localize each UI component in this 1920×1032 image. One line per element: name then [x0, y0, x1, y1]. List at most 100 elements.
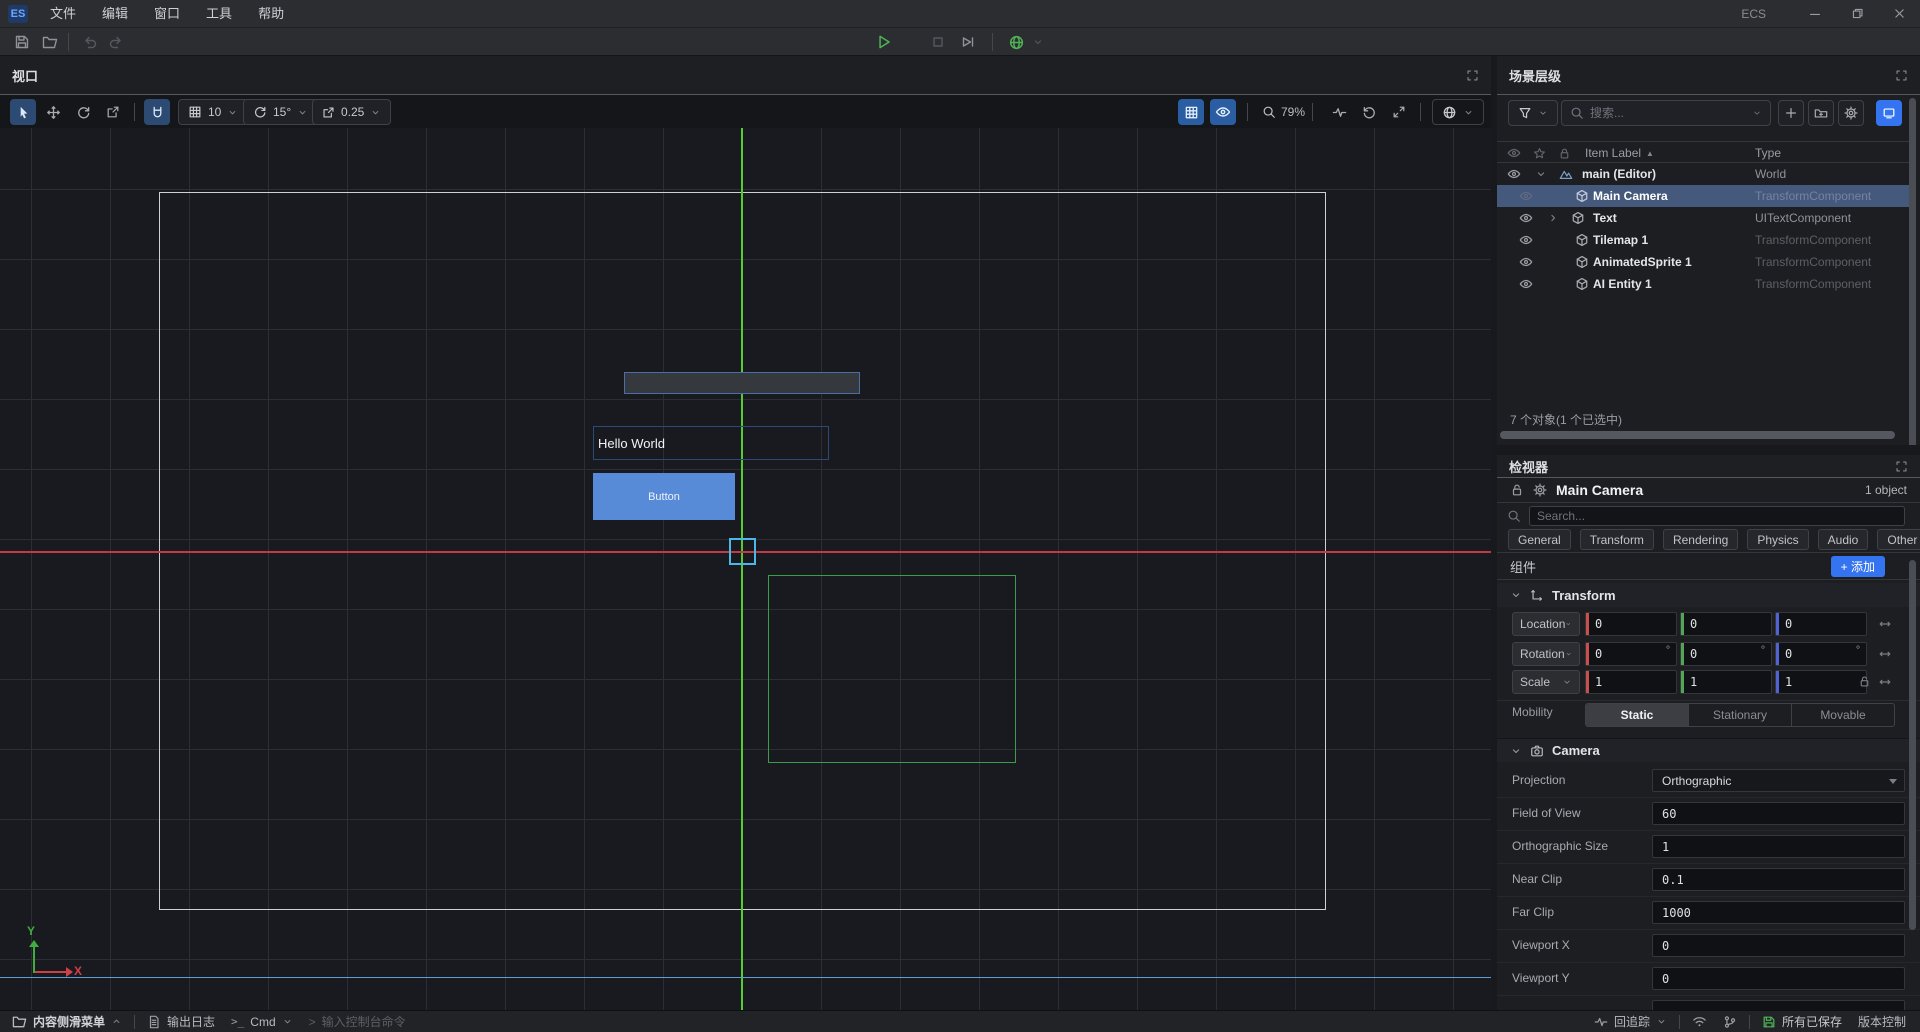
- add-folder-button[interactable]: [1808, 100, 1834, 126]
- gizmo-x-axis[interactable]: [35, 971, 68, 973]
- viewport-x-input[interactable]: 0: [1652, 934, 1905, 957]
- tab-other[interactable]: Other: [1877, 529, 1920, 550]
- rotation-dropdown[interactable]: Rotation: [1512, 642, 1580, 666]
- hierarchy-search-input[interactable]: [1590, 106, 1746, 120]
- cmd-dropdown[interactable]: >_ Cmd: [223, 1011, 301, 1032]
- reset-arrows-icon[interactable]: [1878, 617, 1892, 631]
- zoom-indicator[interactable]: 79%: [1262, 99, 1305, 125]
- item-label-column-header[interactable]: Item Label ▲: [1585, 142, 1654, 164]
- scene-canvas[interactable]: Hello World Button Y X: [0, 128, 1491, 1010]
- scale-snap-dropdown[interactable]: 0.25: [312, 99, 391, 125]
- eye-icon[interactable]: [1519, 251, 1533, 273]
- add-component-button[interactable]: + 添加: [1831, 556, 1885, 577]
- rotate-tool-button[interactable]: [70, 99, 96, 125]
- console-command-input[interactable]: > 输入控制台命令: [301, 1011, 414, 1032]
- run-target-globe-button[interactable]: [1004, 31, 1028, 53]
- inspector-search-box[interactable]: [1529, 506, 1905, 526]
- location-y-input[interactable]: 0: [1680, 612, 1772, 636]
- content-drawer-button[interactable]: 内容侧滑菜单: [4, 1011, 130, 1032]
- scale-y-input[interactable]: 1: [1680, 670, 1772, 694]
- step-button[interactable]: [956, 31, 980, 53]
- tab-transform[interactable]: Transform: [1580, 529, 1654, 550]
- search-history-chevron-icon[interactable]: [1752, 108, 1762, 118]
- open-project-button[interactable]: [38, 31, 62, 53]
- lock-column-icon[interactable]: [1558, 142, 1571, 164]
- clipped-input[interactable]: [1652, 1000, 1905, 1010]
- mobility-static-option[interactable]: Static: [1586, 704, 1689, 726]
- stats-pulse-button[interactable]: [1326, 99, 1352, 125]
- rotation-snap-dropdown[interactable]: 15°: [243, 99, 318, 125]
- orthographic-size-input[interactable]: 1: [1652, 835, 1905, 858]
- version-control-button[interactable]: 版本控制: [1850, 1011, 1914, 1032]
- save-status[interactable]: 所有已保存: [1754, 1011, 1850, 1032]
- scale-dropdown[interactable]: Scale: [1512, 670, 1580, 694]
- near-clip-input[interactable]: 0.1: [1652, 868, 1905, 891]
- rotation-z-input[interactable]: 0°: [1775, 642, 1867, 666]
- hierarchy-row-ai-entity[interactable]: AI Entity 1 TransformComponent: [1497, 273, 1909, 295]
- close-button[interactable]: [1878, 0, 1920, 28]
- minimize-button[interactable]: [1794, 0, 1836, 28]
- hierarchy-row-tilemap[interactable]: Tilemap 1 TransformComponent: [1497, 229, 1909, 251]
- eye-icon[interactable]: [1519, 273, 1533, 295]
- camera-section-header[interactable]: Camera: [1497, 738, 1920, 762]
- rotation-x-input[interactable]: 0°: [1585, 642, 1677, 666]
- save-button[interactable]: [10, 31, 34, 53]
- backtrace-dropdown[interactable]: 回追踪: [1586, 1011, 1675, 1032]
- run-target-chevron-icon[interactable]: [1030, 31, 1046, 53]
- reset-view-button[interactable]: [1356, 99, 1382, 125]
- location-dropdown[interactable]: Location: [1512, 612, 1580, 636]
- hierarchy-horizontal-scrollbar[interactable]: [1500, 431, 1895, 439]
- menu-file[interactable]: 文件: [44, 0, 82, 28]
- reset-arrows-icon[interactable]: [1878, 647, 1892, 661]
- hierarchy-vertical-scrollbar[interactable]: [1909, 98, 1916, 445]
- type-column-header[interactable]: Type: [1755, 142, 1781, 164]
- scale-tool-button[interactable]: [100, 99, 126, 125]
- scale-z-input[interactable]: 1: [1775, 670, 1867, 694]
- viewport-y-input[interactable]: 0: [1652, 967, 1905, 990]
- undo-button[interactable]: [78, 31, 102, 53]
- far-clip-input[interactable]: 1000: [1652, 901, 1905, 924]
- menu-help[interactable]: 帮助: [252, 0, 290, 28]
- lock-open-icon[interactable]: [1510, 483, 1524, 497]
- visibility-column-eye-icon[interactable]: [1507, 142, 1521, 164]
- hierarchy-row-main[interactable]: main (Editor) World: [1497, 163, 1909, 185]
- world-view-dropdown[interactable]: [1432, 99, 1484, 125]
- tab-rendering[interactable]: Rendering: [1663, 529, 1738, 550]
- scale-x-input[interactable]: 1: [1585, 670, 1677, 694]
- text-object[interactable]: Hello World: [593, 426, 829, 460]
- maximize-button[interactable]: [1836, 0, 1878, 28]
- eye-icon[interactable]: [1519, 229, 1533, 251]
- fullscreen-button[interactable]: [1386, 99, 1412, 125]
- add-entity-button[interactable]: [1778, 100, 1804, 126]
- menu-edit[interactable]: 编辑: [96, 0, 134, 28]
- select-tool-button[interactable]: [10, 99, 36, 125]
- eye-icon[interactable]: [1519, 207, 1533, 229]
- selected-entity-handle[interactable]: [729, 538, 756, 565]
- mobility-movable-option[interactable]: Movable: [1792, 704, 1894, 726]
- hierarchy-row-main-camera[interactable]: Main Camera TransformComponent: [1497, 185, 1909, 207]
- hierarchy-expand-icon[interactable]: [1895, 69, 1908, 82]
- reset-arrows-icon[interactable]: [1878, 675, 1892, 689]
- inspector-vertical-scrollbar[interactable]: [1909, 560, 1916, 930]
- stop-button[interactable]: [926, 31, 950, 53]
- redo-button[interactable]: [104, 31, 128, 53]
- hierarchy-search-box[interactable]: [1561, 100, 1771, 126]
- rotation-y-input[interactable]: 0°: [1680, 642, 1772, 666]
- source-control-branch-button[interactable]: [1715, 1011, 1745, 1032]
- hierarchy-row-text[interactable]: Text UITextComponent: [1497, 207, 1909, 229]
- object-settings-gear-icon[interactable]: [1533, 483, 1547, 497]
- output-log-button[interactable]: 输出日志: [139, 1011, 223, 1032]
- tab-physics[interactable]: Physics: [1747, 529, 1808, 550]
- grid-snap-dropdown[interactable]: 10: [178, 99, 248, 125]
- play-button[interactable]: [872, 31, 896, 53]
- gizmo-visibility-toggle[interactable]: [1210, 99, 1236, 125]
- filter-dropdown[interactable]: [1508, 100, 1558, 126]
- menu-window[interactable]: 窗口: [148, 0, 186, 28]
- chevron-right-icon[interactable]: [1547, 207, 1559, 229]
- mobility-stationary-option[interactable]: Stationary: [1689, 704, 1792, 726]
- location-z-input[interactable]: 0: [1775, 612, 1867, 636]
- transform-section-header[interactable]: Transform: [1497, 583, 1920, 607]
- move-tool-button[interactable]: [40, 99, 66, 125]
- field-of-view-input[interactable]: 60: [1652, 802, 1905, 825]
- app-logo[interactable]: ES: [8, 5, 28, 23]
